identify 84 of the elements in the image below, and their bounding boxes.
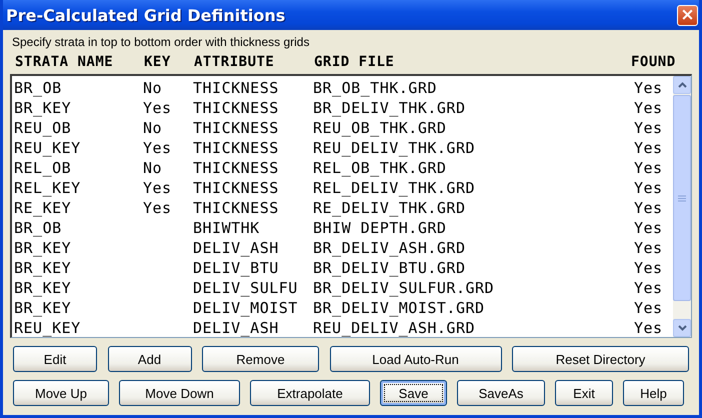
grid-file-cell-text: BHIW DEPTH.GRD: [313, 218, 448, 238]
column-header: GRID FILE: [314, 54, 396, 72]
attribute-cell-text: THICKNESS: [193, 98, 280, 118]
dialog-button[interactable]: Load Auto-Run: [330, 346, 502, 372]
key-cell-text: No: [143, 118, 164, 138]
key-cell-text: Yes: [143, 178, 173, 198]
strata-name-cell-text: BR_OB: [14, 78, 63, 98]
grid-file-cell-text: BR_DELIV_ASH.GRD: [313, 238, 466, 258]
attribute-cell-text: THICKNESS: [193, 78, 280, 98]
grid-file-cell-text: REU_DELIV_THK.GRD: [313, 138, 476, 158]
strata-name-cell-text: BR_KEY: [14, 278, 72, 298]
found-cell-text: Yes: [633, 298, 664, 318]
found-cell-text: Yes: [633, 118, 664, 138]
found-cell-text: Yes: [633, 318, 664, 337]
strata-name-cell-text: REL_OB: [14, 158, 72, 178]
dialog-button[interactable]: Add: [108, 346, 192, 372]
found-cell-text: Yes: [633, 258, 664, 278]
window-title: Pre-Calculated Grid Definitions: [6, 6, 286, 24]
key-cell-text: Yes: [143, 138, 173, 158]
grip-icon: [678, 194, 686, 202]
attribute-cell-text: THICKNESS: [193, 158, 280, 178]
grid-file-cell-text: BR_OB_THK.GRD: [313, 78, 438, 98]
grid-file-cell-text: BR_DELIV_THK.GRD: [313, 98, 466, 118]
attribute-cell-text: DELIV_MOIST: [193, 298, 299, 318]
scroll-thumb[interactable]: [673, 95, 691, 301]
dialog-button[interactable]: Remove: [202, 346, 319, 372]
strata-name-cell-text: REU_OB: [14, 118, 72, 138]
attribute-cell-text: DELIV_ASH: [193, 318, 280, 337]
column-header: KEY: [144, 54, 172, 72]
dialog-button[interactable]: Reset Directory: [512, 346, 689, 372]
attribute-cell-text: DELIV_ASH: [193, 238, 280, 258]
scrollbar[interactable]: [673, 76, 691, 337]
key-cell-text: No: [143, 158, 164, 178]
dialog-button[interactable]: Exit: [555, 380, 613, 406]
found-cell-text: Yes: [633, 198, 664, 218]
attribute-cell-text: THICKNESS: [193, 118, 280, 138]
found-cell-text: Yes: [633, 158, 664, 178]
grid-file-cell-text: BR_DELIV_MOIST.GRD: [313, 298, 486, 318]
strata-name-cell-text: BR_KEY: [14, 98, 72, 118]
grid-file-cell-text: REU_DELIV_ASH.GRD: [313, 318, 476, 337]
found-cell-text: Yes: [633, 218, 664, 238]
strata-name-cell-text: BR_OB: [14, 218, 63, 238]
attribute-cell-text: THICKNESS: [193, 178, 280, 198]
dialog-button[interactable]: Help: [623, 380, 684, 406]
found-cell-text: Yes: [633, 138, 664, 158]
found-cell-text: Yes: [633, 178, 664, 198]
grid-file-cell-text: RE_DELIV_THK.GRD: [313, 198, 466, 218]
column-header: ATTRIBUTE: [194, 54, 276, 72]
scroll-down-button[interactable]: [673, 319, 691, 337]
key-cell-text: Yes: [143, 98, 173, 118]
dialog-button[interactable]: Save: [380, 380, 447, 406]
found-cell-text: Yes: [633, 98, 664, 118]
strata-name-cell-text: REU_KEY: [14, 318, 82, 337]
found-cell-text: Yes: [633, 238, 664, 258]
strata-name-cell-text: REU_KEY: [14, 138, 82, 158]
strata-name-cell-text: BR_KEY: [14, 238, 72, 258]
attribute-cell-text: THICKNESS: [193, 138, 280, 158]
found-cell-text: Yes: [633, 78, 664, 98]
column-header: STRATA NAME: [15, 54, 114, 72]
grid-file-cell-text: BR_DELIV_BTU.GRD: [313, 258, 466, 278]
strata-name-cell-text: REL_KEY: [14, 178, 82, 198]
dialog-button[interactable]: SaveAs: [457, 380, 545, 406]
strata-name-cell-text: BR_KEY: [14, 298, 72, 318]
grid-file-cell-text: REL_OB_THK.GRD: [313, 158, 448, 178]
grid-file-cell-text: REL_DELIV_THK.GRD: [313, 178, 476, 198]
attribute-cell-text: THICKNESS: [193, 198, 280, 218]
attribute-cell-text: BHIWTHK: [193, 218, 261, 238]
strata-name-cell-text: RE_KEY: [14, 198, 72, 218]
attribute-cell-text: DELIV_BTU: [193, 258, 280, 278]
scroll-up-button[interactable]: [673, 76, 691, 94]
grid-file-cell-text: REU_OB_THK.GRD: [313, 118, 448, 138]
attribute-cell-text: DELIV_SULFU: [193, 278, 299, 298]
instruction-text: Specify strata in top to bottom order with thickness grids: [11, 34, 310, 51]
found-cell-text: Yes: [633, 278, 664, 298]
strata-name-cell-text: BR_KEY: [14, 258, 72, 278]
grid-file-cell-text: BR_DELIV_SULFUR.GRD: [313, 278, 496, 298]
key-cell-text: Yes: [143, 198, 173, 218]
close-button[interactable]: ×: [677, 4, 698, 26]
dialog-button[interactable]: Extrapolate: [250, 380, 370, 406]
dialog-button[interactable]: Move Down: [119, 380, 240, 406]
key-cell-text: No: [143, 78, 164, 98]
column-header: FOUND: [630, 54, 677, 72]
dialog-button[interactable]: Move Up: [13, 380, 109, 406]
dialog-button[interactable]: Edit: [13, 346, 97, 372]
